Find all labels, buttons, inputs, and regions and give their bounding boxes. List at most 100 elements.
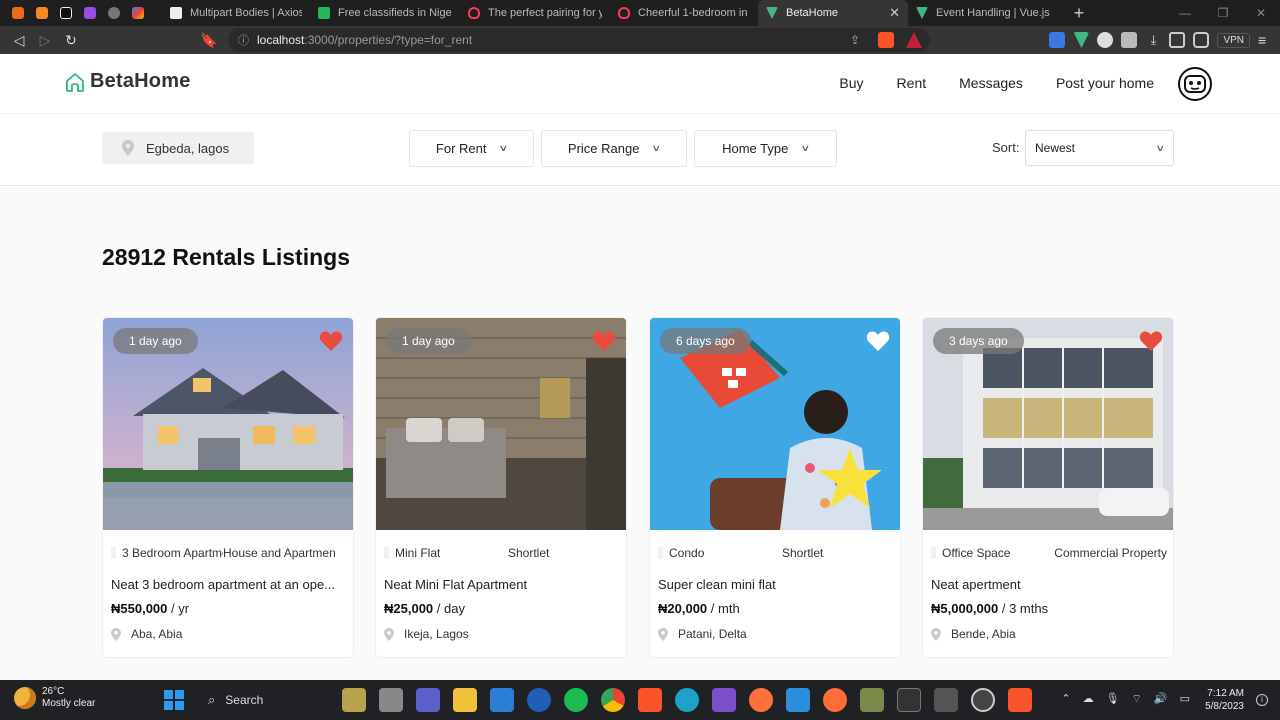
brave-app-icon[interactable]: [1008, 688, 1032, 712]
price-range-dropdown[interactable]: Price Range ∨: [541, 130, 687, 167]
favorite-heart-icon[interactable]: [866, 330, 890, 352]
taskbar-search[interactable]: ⌕ Search: [196, 686, 336, 714]
browser-tab[interactable]: The perfect pairing for you: [460, 0, 610, 26]
bookmark-icon[interactable]: 🔖: [196, 32, 222, 49]
extension-icon[interactable]: [1073, 32, 1090, 48]
vpn-button[interactable]: VPN: [1217, 32, 1250, 48]
browser-tab[interactable]: Free classifieds in Nigeria: [310, 0, 460, 26]
home-type-dropdown[interactable]: Home Type ∨: [694, 130, 837, 167]
property-card[interactable]: 1 day ago 3 Bedroom Apartme House and Ap…: [102, 317, 354, 658]
listing-age-badge: 1 day ago: [113, 328, 198, 354]
chat-app-icon[interactable]: [416, 688, 440, 712]
puzzle-icon[interactable]: [1121, 32, 1138, 48]
file-explorer-icon[interactable]: [453, 688, 477, 712]
pinned-tab[interactable]: [104, 3, 124, 23]
extension-icon[interactable]: [1097, 32, 1114, 48]
listing-type-dropdown[interactable]: For Rent ∨: [409, 130, 534, 167]
pinned-tab[interactable]: [8, 3, 28, 23]
brand-logo[interactable]: BetaHome: [64, 70, 191, 93]
system-clock[interactable]: 7:12 AM 5/8/2023: [1205, 687, 1244, 713]
property-category-tag: Shortlet: [508, 546, 550, 560]
chevron-up-icon[interactable]: ⌃: [1061, 692, 1070, 706]
browser-tab-active[interactable]: BetaHome ✕: [758, 0, 908, 26]
location-search[interactable]: Egbeda, lagos: [102, 132, 254, 164]
address-bar[interactable]: ⓘ localhost:3000/properties/?type=for_re…: [228, 28, 930, 52]
property-image[interactable]: 1 day ago: [103, 318, 353, 530]
reload-icon[interactable]: ↻: [58, 32, 84, 49]
widget-app-icon[interactable]: [342, 688, 366, 712]
obs-icon[interactable]: [971, 688, 995, 712]
browser-tab[interactable]: Event Handling | Vue.js: [908, 0, 1058, 26]
vscode-icon[interactable]: [786, 688, 810, 712]
user-avatar[interactable]: [1178, 67, 1212, 101]
maximize-icon[interactable]: ❐: [1204, 6, 1242, 20]
terminal-icon[interactable]: [897, 688, 921, 712]
wallet-icon[interactable]: [1193, 32, 1210, 48]
property-image[interactable]: 3 days ago: [923, 318, 1173, 530]
sidebar-icon[interactable]: [1169, 32, 1186, 48]
pinned-tab[interactable]: [128, 3, 148, 23]
battery-icon[interactable]: ▭: [1180, 692, 1190, 706]
browser-tab[interactable]: Cheerful 1-bedroom in a b: [610, 0, 758, 26]
forward-icon[interactable]: ▷: [32, 32, 58, 49]
airbnb-icon: [468, 7, 480, 19]
calculator-icon[interactable]: [934, 688, 958, 712]
start-tile: [164, 690, 173, 699]
word-app-icon[interactable]: [527, 688, 551, 712]
cloud-icon[interactable]: ☁: [1083, 692, 1094, 706]
property-title[interactable]: Neat apertment: [931, 577, 1163, 592]
edge-icon[interactable]: [675, 688, 699, 712]
download-icon[interactable]: ⤓: [1145, 32, 1161, 48]
pinned-tab[interactable]: [56, 3, 76, 23]
chrome-icon[interactable]: [601, 688, 625, 712]
sort-select[interactable]: Newest ∨: [1025, 130, 1174, 166]
close-tab-icon[interactable]: ✕: [889, 5, 900, 21]
windows-start-icon[interactable]: [164, 690, 184, 710]
favorite-heart-icon[interactable]: [1139, 330, 1163, 352]
share-icon[interactable]: ⇪: [850, 33, 860, 47]
app-icon[interactable]: [860, 688, 884, 712]
minimize-icon[interactable]: —: [1166, 6, 1204, 20]
property-image[interactable]: 1 day ago: [376, 318, 626, 530]
firefox-icon[interactable]: [749, 688, 773, 712]
visual-studio-icon[interactable]: [712, 688, 736, 712]
property-card[interactable]: 1 day ago Mini Flat Shortlet Neat Mini F…: [375, 317, 627, 658]
postman-icon[interactable]: [823, 688, 847, 712]
property-title[interactable]: Neat Mini Flat Apartment: [384, 577, 616, 592]
back-icon[interactable]: ◁: [6, 32, 32, 49]
chevron-down-icon: ∨: [498, 143, 509, 153]
url-text[interactable]: localhost:3000/properties/?type=for_rent: [257, 33, 472, 47]
wifi-icon[interactable]: ⌔: [1132, 692, 1142, 706]
nav-messages[interactable]: Messages: [959, 75, 1023, 91]
brave-rewards-icon[interactable]: [906, 32, 922, 48]
spotify-icon[interactable]: [564, 688, 588, 712]
extension-icon[interactable]: [1049, 32, 1066, 48]
tag-marker: [931, 547, 936, 559]
notification-icon[interactable]: i: [1256, 694, 1268, 706]
close-window-icon[interactable]: ✕: [1242, 6, 1280, 20]
brave-app-icon[interactable]: [638, 688, 662, 712]
microphone-icon[interactable]: 🎙: [1106, 692, 1120, 706]
pinned-tab[interactable]: [32, 3, 52, 23]
new-tab-button[interactable]: +: [1068, 3, 1090, 24]
property-tags: Condo Shortlet: [658, 546, 894, 560]
pinned-tab[interactable]: [80, 3, 100, 23]
task-view-icon[interactable]: [379, 688, 403, 712]
weather-widget[interactable]: 26°C Mostly clear: [14, 686, 95, 710]
property-image[interactable]: 6 days ago: [650, 318, 900, 530]
favorite-heart-icon[interactable]: [319, 330, 343, 352]
nav-buy[interactable]: Buy: [839, 75, 863, 91]
browser-menu-icon[interactable]: ≡: [1258, 32, 1272, 48]
volume-icon[interactable]: 🔊: [1154, 692, 1168, 706]
browser-tab[interactable]: Multipart Bodies | Axios Do: [162, 0, 310, 26]
nav-post-your-home[interactable]: Post your home: [1056, 75, 1154, 91]
favorite-heart-icon[interactable]: [592, 330, 616, 352]
site-info-icon[interactable]: ⓘ: [238, 32, 249, 48]
property-title[interactable]: Neat 3 bedroom apartment at an ope...: [111, 577, 343, 592]
nav-rent[interactable]: Rent: [897, 75, 927, 91]
property-card[interactable]: 3 days ago Office Space Commercial Prope…: [922, 317, 1174, 658]
brave-shields-icon[interactable]: [878, 32, 894, 48]
store-app-icon[interactable]: [490, 688, 514, 712]
property-card[interactable]: 6 days ago Condo Shortlet Super clean mi…: [649, 317, 901, 658]
property-title[interactable]: Super clean mini flat: [658, 577, 890, 592]
